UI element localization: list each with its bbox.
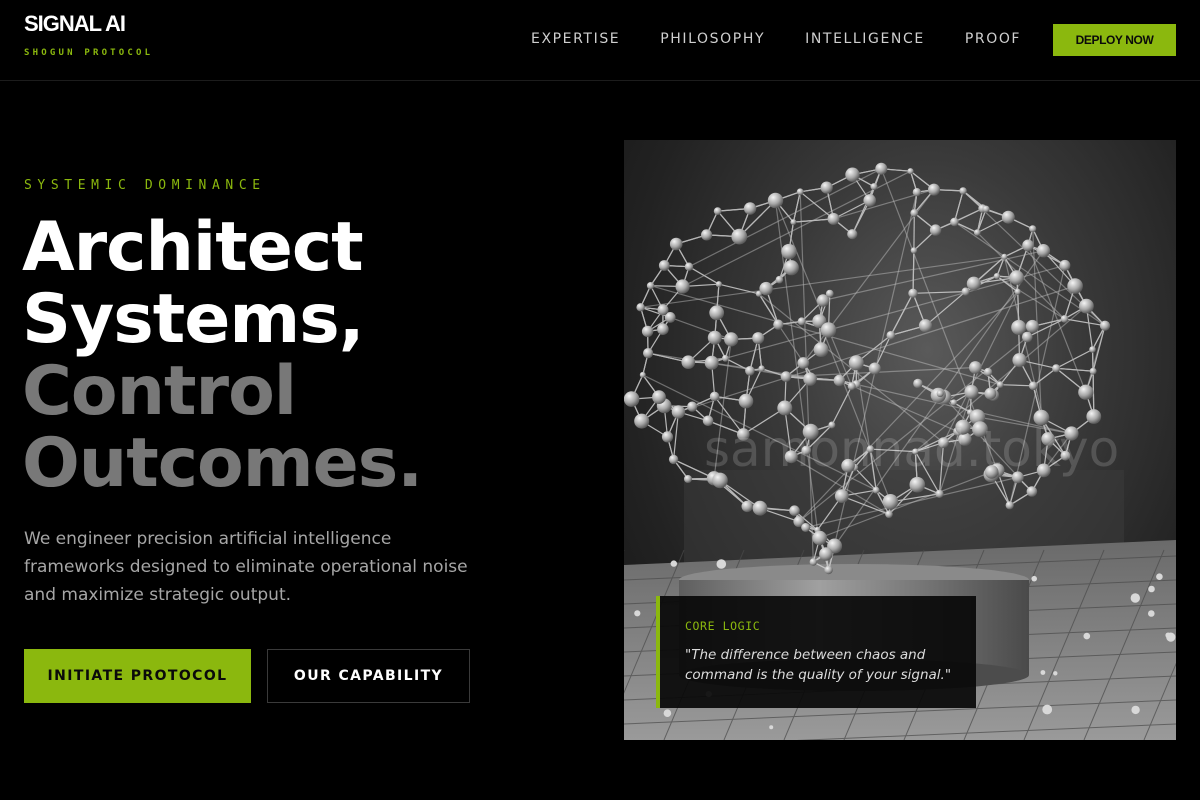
nav-item-intelligence[interactable]: INTELLIGENCE bbox=[805, 29, 925, 49]
headline-line-4: Outcomes. bbox=[22, 424, 423, 503]
main-nav: EXPERTISE PHILOSOPHY INTELLIGENCE PROOF bbox=[531, 29, 1021, 49]
nav-item-philosophy[interactable]: PHILOSOPHY bbox=[660, 29, 765, 49]
nav-item-expertise[interactable]: EXPERTISE bbox=[531, 29, 620, 49]
watermark: samonnad.tokyo bbox=[704, 420, 1120, 478]
hero-description: We engineer precision artificial intelli… bbox=[24, 529, 468, 605]
initiate-protocol-button[interactable]: INITIATE PROTOCOL bbox=[24, 649, 251, 703]
core-logic-card: CORE LOGIC "The difference between chaos… bbox=[656, 596, 976, 708]
brand-logo-text[interactable]: SIGNAL AI bbox=[24, 11, 153, 37]
site-header: SIGNAL AI SHOGUN PROTOCOL EXPERTISE PHIL… bbox=[0, 0, 1200, 81]
deploy-now-button[interactable]: DEPLOY NOW bbox=[1053, 24, 1176, 56]
hero-eyebrow: SYSTEMIC DOMINANCE bbox=[24, 178, 266, 193]
brand-tagline: SHOGUN PROTOCOL bbox=[24, 48, 154, 58]
our-capability-button[interactable]: OUR CAPABILITY bbox=[267, 649, 470, 703]
hero-headline: Architect Systems, Control Outcomes. bbox=[22, 208, 423, 503]
headline-line-3: Control bbox=[22, 352, 297, 431]
headline-line-2: Systems, bbox=[22, 280, 365, 359]
quote-text: "The difference between chaos and comman… bbox=[685, 647, 952, 683]
nav-item-proof[interactable]: PROOF bbox=[965, 29, 1021, 49]
headline-line-1: Architect bbox=[22, 208, 364, 287]
brand[interactable]: SIGNAL AI SHOGUN PROTOCOL bbox=[24, 11, 153, 58]
quote-label: CORE LOGIC bbox=[685, 619, 761, 633]
